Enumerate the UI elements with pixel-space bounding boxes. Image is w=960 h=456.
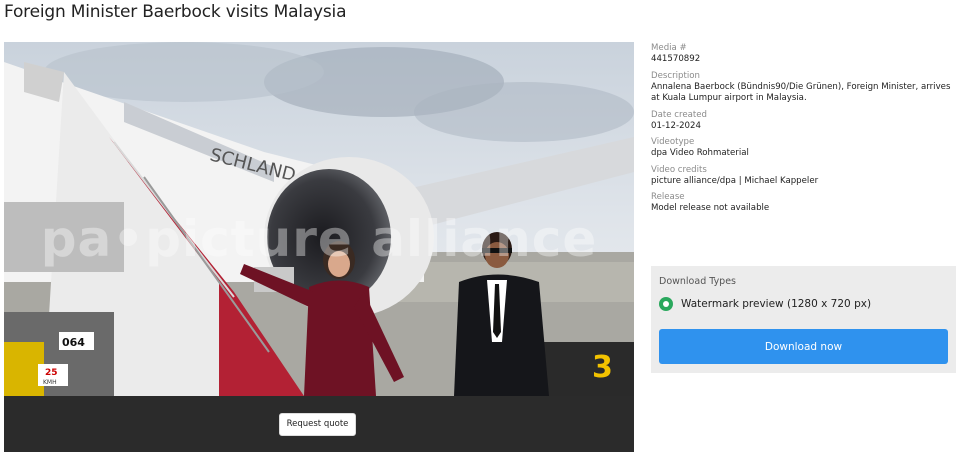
meta-label: Release (651, 192, 685, 202)
video-frame: 3 SCHLAND 064 25 KMH (4, 42, 634, 396)
release-value: Model release not available (651, 203, 770, 213)
speed-sign-value: 25 (45, 368, 58, 378)
media-details: Media # 441570892 Description Annalena B… (651, 43, 956, 220)
description-value: Annalena Baerbock (Bündnis90/Die Grünen)… (651, 81, 951, 104)
video-credits-value: picture alliance/dpa | Michael Kappeler (651, 175, 819, 186)
release-section: Release Model release not available (651, 192, 956, 215)
download-option-watermark-preview[interactable]: Watermark preview (1280 x 720 px) (659, 297, 871, 311)
download-panel: Download Types Watermark preview (1280 x… (651, 266, 956, 373)
page-title: Foreign Minister Baerbock visits Malaysi… (4, 2, 347, 22)
download-now-button[interactable]: Download now (659, 329, 948, 364)
description-section: Description Annalena Baerbock (Bündnis90… (651, 71, 956, 105)
media-number-section: Media # 441570892 (651, 43, 956, 66)
videotype-section: Videotype dpa Video Rohmaterial (651, 137, 956, 160)
download-types-heading: Download Types (659, 276, 737, 287)
video-player[interactable]: 3 SCHLAND 064 25 KMH pa•picture alliance (4, 42, 634, 452)
video-credits-section: Video credits picture alliance/dpa | Mic… (651, 165, 956, 188)
meta-label: Videotype (651, 137, 695, 147)
meta-label: Media # (651, 43, 687, 53)
speed-sign-unit: KMH (43, 379, 57, 386)
meta-label: Description (651, 70, 700, 81)
date-created-value: 01-12-2024 (651, 120, 701, 131)
radio-selected-icon[interactable] (659, 297, 673, 311)
vehicle-number: 064 (62, 336, 85, 349)
meta-label: Video credits (651, 164, 707, 175)
meta-label: Date created (651, 109, 708, 120)
request-quote-button[interactable]: Request quote (279, 413, 356, 436)
stand-number-marking: 3 (592, 350, 613, 385)
download-option-label: Watermark preview (1280 x 720 px) (681, 298, 872, 310)
video-controls-bar: Request quote (4, 396, 634, 452)
date-created-section: Date created 01-12-2024 (651, 110, 956, 133)
media-number-value: 441570892 (651, 54, 701, 64)
videotype-value: dpa Video Rohmaterial (651, 148, 749, 158)
